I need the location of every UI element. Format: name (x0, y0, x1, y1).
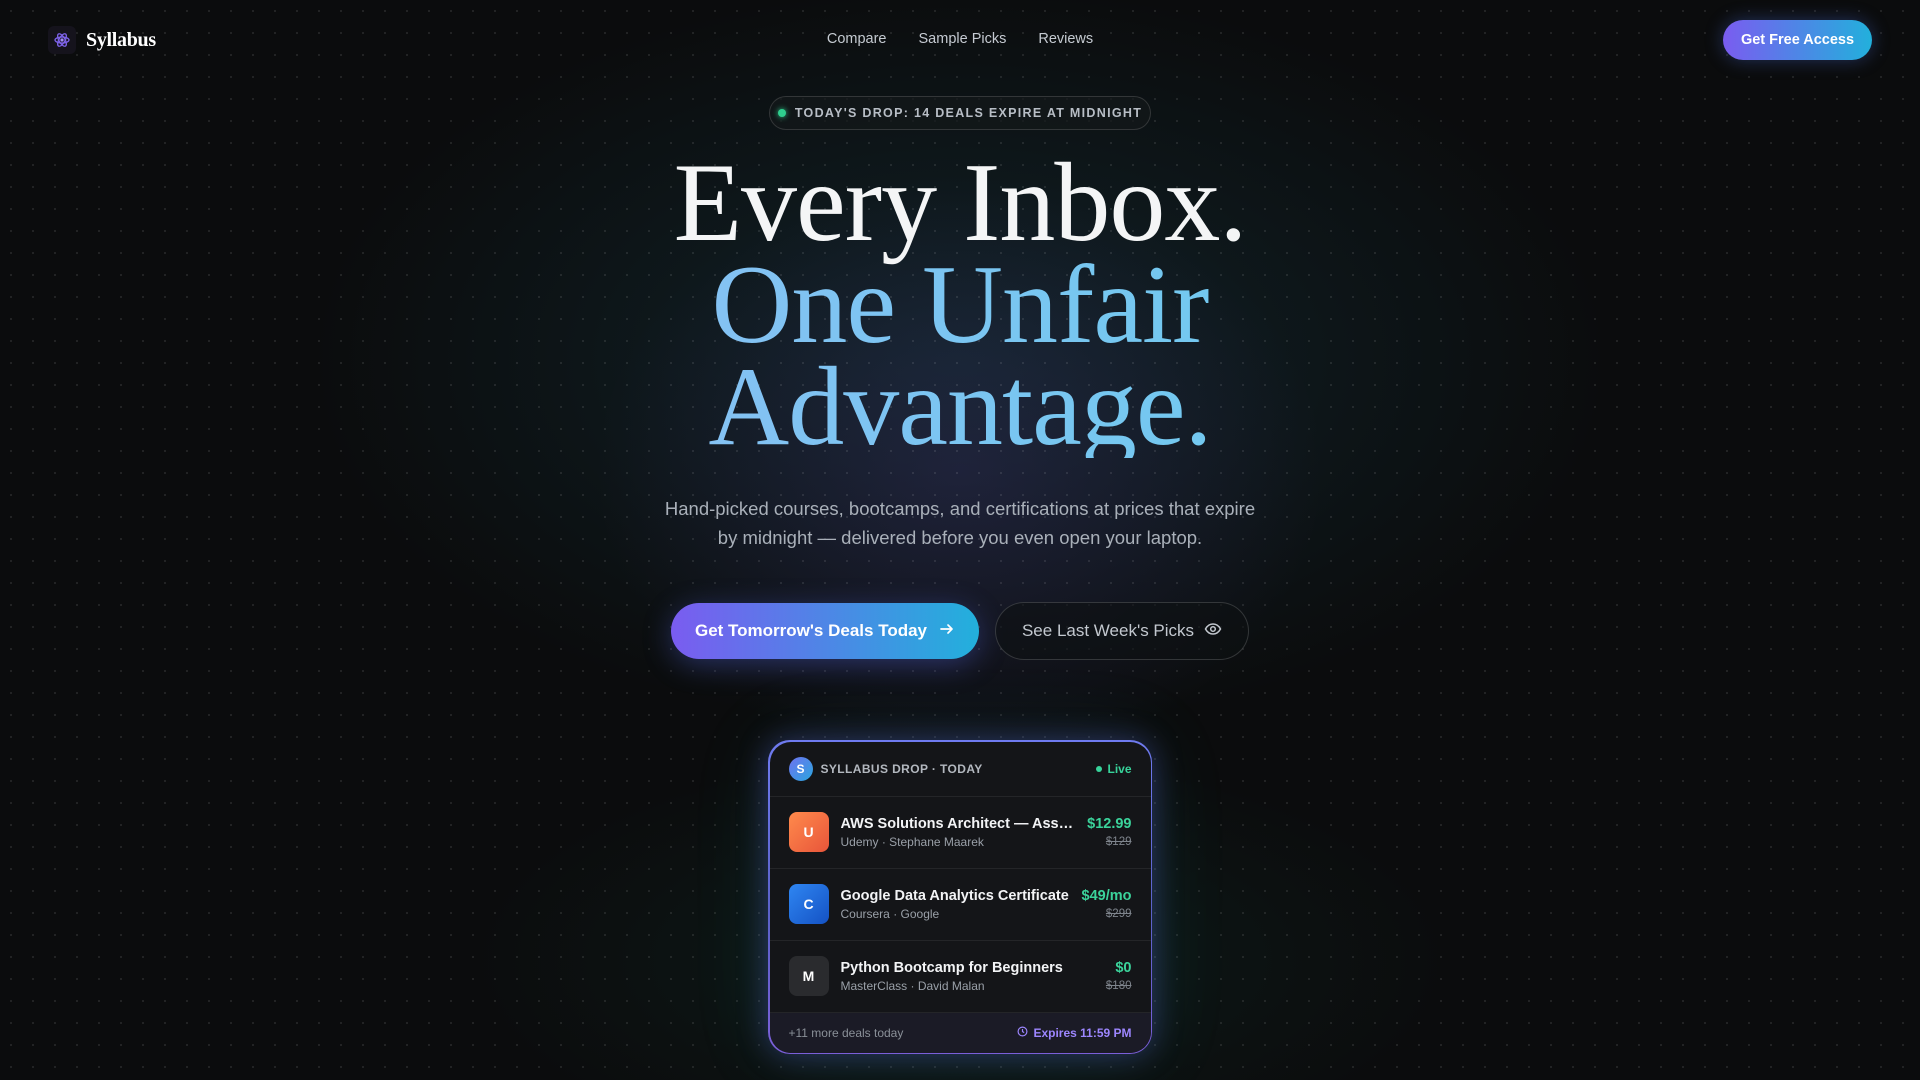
card-title: SYLLABUS DROP · TODAY (820, 761, 983, 776)
deal-price: $49/mo (1081, 888, 1132, 905)
top-nav: Syllabus Compare Sample Picks Reviews Ge… (0, 0, 1920, 80)
deal-preview-card: S SYLLABUS DROP · TODAY Live U AWS Solut… (768, 740, 1152, 1054)
headline-line-2: One Unfair (0, 249, 1920, 361)
card-header: S SYLLABUS DROP · TODAY Live (769, 742, 1151, 797)
clock-icon (1017, 1026, 1028, 1040)
card-footer: +11 more deals today Expires 11:59 PM (769, 1013, 1151, 1053)
status-dot (777, 109, 786, 117)
syllabus-badge: S (788, 756, 813, 781)
deal-original-price: $299 (1105, 908, 1132, 921)
todays-drop-pill: TODAY'S DROP: 14 DEALS EXPIRE AT MIDNIGH… (769, 96, 1151, 130)
deal-meta: Udemy · Stephane Maarek (840, 834, 984, 849)
pill-text: TODAY'S DROP: 14 DEALS EXPIRE AT MIDNIGH… (794, 106, 1143, 120)
deal-title: Python Bootcamp for Beginners (840, 959, 1063, 976)
deal-title: Google Data Analytics Certificate (840, 887, 1069, 904)
hero-subtitle: Hand-picked courses, bootcamps, and cert… (664, 498, 1256, 548)
deal-meta: Coursera · Google (840, 906, 940, 921)
primary-cta-label: Get Tomorrow's Deals Today (694, 621, 927, 640)
deal-title: AWS Solutions Architect — Associate (840, 815, 1078, 832)
get-free-access-button[interactable]: Get Free Access (1723, 20, 1872, 60)
nav-link-compare[interactable]: Compare (827, 31, 887, 47)
provider-tile: C (788, 884, 829, 925)
deal-original-price: $129 (1105, 836, 1132, 849)
nav-link-reviews[interactable]: Reviews (1038, 31, 1093, 47)
live-label: Live (1107, 761, 1132, 776)
secondary-cta-label: See Last Week's Picks (1021, 621, 1195, 640)
headline-line-3: Advantage. (0, 351, 1920, 463)
headline-line-1: Every Inbox. (673, 141, 1248, 265)
live-dot (1096, 765, 1103, 772)
see-last-weeks-picks-button[interactable]: See Last Week's Picks (995, 602, 1249, 660)
deal-row[interactable]: M Python Bootcamp for Beginners MasterCl… (769, 941, 1151, 1014)
eye-icon (1204, 620, 1222, 643)
deal-price: $0 (1115, 960, 1132, 977)
expiry-label: Expires 11:59 PM (1033, 1025, 1132, 1040)
provider-tile: U (788, 812, 829, 853)
expiry-info: Expires 11:59 PM (1017, 1025, 1132, 1040)
live-status: Live (1096, 761, 1132, 776)
deal-row[interactable]: C Google Data Analytics Certificate Cour… (769, 869, 1151, 941)
arrow-right-icon (939, 621, 955, 642)
deal-original-price: $180 (1105, 980, 1132, 993)
nav-links: Compare Sample Picks Reviews (0, 31, 1920, 47)
hero-headline: Every Inbox. One Unfair Advantage. (0, 141, 1920, 463)
more-deals-link[interactable]: +11 more deals today (789, 1026, 904, 1040)
nav-link-sample-picks[interactable]: Sample Picks (919, 31, 1007, 47)
get-tomorrows-deals-button[interactable]: Get Tomorrow's Deals Today (671, 603, 979, 659)
provider-tile: M (788, 956, 829, 997)
deal-row[interactable]: U AWS Solutions Architect — Associate Ud… (769, 797, 1151, 869)
deal-meta: MasterClass · David Malan (840, 978, 985, 993)
deal-price: $12.99 (1087, 816, 1132, 833)
